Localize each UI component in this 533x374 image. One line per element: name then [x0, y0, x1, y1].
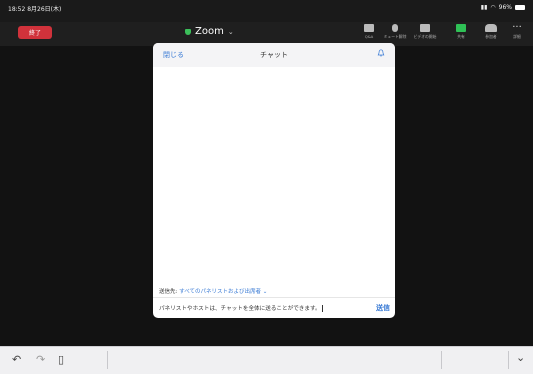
- chat-input[interactable]: パネリストやホストは、チャットを全体に送ることができます。: [159, 304, 355, 312]
- more-icon: ···: [512, 22, 522, 33]
- share-icon: [456, 24, 466, 32]
- chat-input-text: パネリストやホストは、チャットを全体に送ることができます。: [159, 306, 321, 312]
- chat-recipient-selector[interactable]: 送信先: すべてのパネリストおよび出席者 ⌄: [159, 287, 267, 295]
- hide-keyboard-icon[interactable]: ⌄: [516, 351, 525, 364]
- status-time: 18:52 8月26日(木): [8, 6, 62, 13]
- unmute-label: ミュート解除: [383, 34, 407, 39]
- keyboard-shortcut-bar: ↶ ↷ ▯ ⌄: [0, 346, 533, 374]
- undo-icon[interactable]: ↶: [12, 353, 21, 366]
- chat-recipient: すべてのパネリストおよび出席者: [179, 289, 262, 295]
- start-video-label: ビデオの開始: [413, 34, 437, 39]
- chat-panel: 閉じる チャット 送信先: すべてのパネリストおよび出席者 ⌄ パネリストやホス…: [153, 43, 395, 318]
- chat-title: チャット: [260, 51, 288, 59]
- video-off-icon: [420, 24, 430, 32]
- bell-icon[interactable]: [377, 49, 385, 57]
- chevron-down-icon: ⌄: [262, 289, 268, 295]
- battery-icon: [515, 5, 525, 10]
- divider: [508, 351, 509, 369]
- qa-label: Q&A: [364, 34, 374, 39]
- battery-percent: 96%: [498, 4, 512, 11]
- chat-message-list: [153, 67, 395, 280]
- more-button[interactable]: ··· 詳細: [503, 22, 531, 44]
- chevron-down-icon: ⌄: [227, 27, 234, 36]
- shield-icon: [185, 28, 191, 35]
- signal-icon: ▮▮: [480, 4, 488, 11]
- chat-input-row: パネリストやホストは、チャットを全体に送ることができます。 送信: [153, 297, 395, 318]
- qa-icon: [364, 24, 374, 32]
- redo-icon[interactable]: ↷: [36, 353, 45, 366]
- participants-button[interactable]: 参加者: [477, 24, 505, 44]
- send-button[interactable]: 送信: [376, 303, 390, 313]
- more-label: 詳細: [513, 34, 521, 39]
- divider: [441, 351, 442, 369]
- paste-icon[interactable]: ▯: [58, 353, 64, 366]
- meeting-title[interactable]: Zoom ⌄: [185, 26, 234, 37]
- participants-label: 参加者: [485, 34, 497, 39]
- share-button[interactable]: 共有: [447, 24, 475, 44]
- meeting-title-label: Zoom: [195, 26, 224, 37]
- status-indicators: ▮▮ ◠ 96%: [481, 4, 525, 11]
- status-bar: 18:52 8月26日(木) ▮▮ ◠ 96%: [0, 0, 533, 22]
- chat-header: 閉じる チャット: [153, 43, 395, 68]
- text-caret: [321, 305, 323, 312]
- divider: [107, 351, 108, 369]
- unmute-button[interactable]: ミュート解除: [381, 24, 409, 44]
- mic-off-icon: [392, 24, 398, 32]
- wifi-icon: ◠: [490, 4, 496, 11]
- start-video-button[interactable]: ビデオの開始: [411, 24, 439, 44]
- qa-button[interactable]: Q&A: [355, 24, 383, 44]
- participants-icon: [485, 24, 497, 32]
- chat-to-label: 送信先:: [159, 289, 178, 295]
- end-meeting-button[interactable]: 終了: [18, 26, 52, 39]
- share-label: 共有: [457, 34, 465, 39]
